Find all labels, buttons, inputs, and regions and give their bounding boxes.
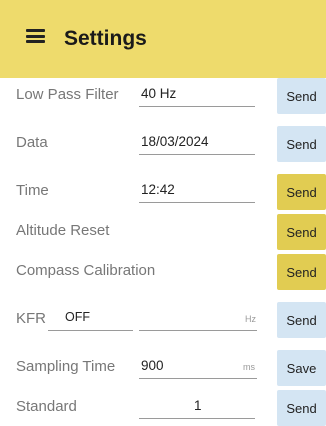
kfr-toggle-underline [48, 330, 133, 331]
standard-send-button[interactable]: Send [277, 390, 326, 426]
setting-row-altitude-reset: Altitude Reset Send [0, 214, 326, 250]
sampling-time-label: Sampling Time [16, 358, 116, 375]
low-pass-filter-input[interactable]: 40 Hz [141, 86, 176, 101]
data-send-button[interactable]: Send [277, 126, 326, 162]
sampling-time-unit: ms [243, 362, 255, 372]
sampling-time-input[interactable]: 900 [141, 358, 164, 373]
time-label: Time [16, 182, 49, 199]
sampling-time-underline [139, 378, 257, 379]
low-pass-filter-label: Low Pass Filter [16, 86, 119, 103]
setting-row-low-pass-filter: Low Pass Filter 40 Hz Send [0, 78, 326, 114]
sampling-time-save-button[interactable]: Save [277, 350, 326, 386]
compass-calibration-label: Compass Calibration [16, 262, 156, 279]
setting-row-sampling-time: Sampling Time 900 ms Save [0, 350, 326, 386]
kfr-toggle-value[interactable]: OFF [65, 310, 90, 324]
time-underline [139, 202, 255, 203]
standard-input[interactable]: 1 [194, 398, 202, 413]
standard-underline [139, 418, 255, 419]
low-pass-filter-send-button[interactable]: Send [277, 78, 326, 114]
hamburger-menu-icon[interactable] [26, 29, 45, 43]
setting-row-kfr: KFR OFF Hz Send [0, 302, 326, 338]
setting-row-time: Time 12:42 Send [0, 174, 326, 210]
kfr-send-button[interactable]: Send [277, 302, 326, 338]
kfr-hz-underline [139, 330, 257, 331]
setting-row-data: Data 18/03/2024 Send [0, 126, 326, 162]
kfr-unit: Hz [245, 314, 256, 324]
setting-row-standard: Standard 1 Send [0, 390, 326, 426]
time-send-button[interactable]: Send [277, 174, 326, 210]
data-date-input[interactable]: 18/03/2024 [141, 134, 209, 149]
page-title: Settings [64, 27, 147, 50]
data-label: Data [16, 134, 48, 151]
app-bar: Settings [0, 0, 326, 78]
kfr-label: KFR [16, 310, 46, 327]
setting-row-compass-calibration: Compass Calibration Send [0, 254, 326, 290]
time-input[interactable]: 12:42 [141, 182, 175, 197]
standard-label: Standard [16, 398, 77, 415]
compass-calibration-send-button[interactable]: Send [277, 254, 326, 290]
low-pass-filter-underline [139, 106, 255, 107]
altitude-reset-label: Altitude Reset [16, 222, 110, 239]
data-underline [139, 154, 255, 155]
altitude-reset-send-button[interactable]: Send [277, 214, 326, 250]
